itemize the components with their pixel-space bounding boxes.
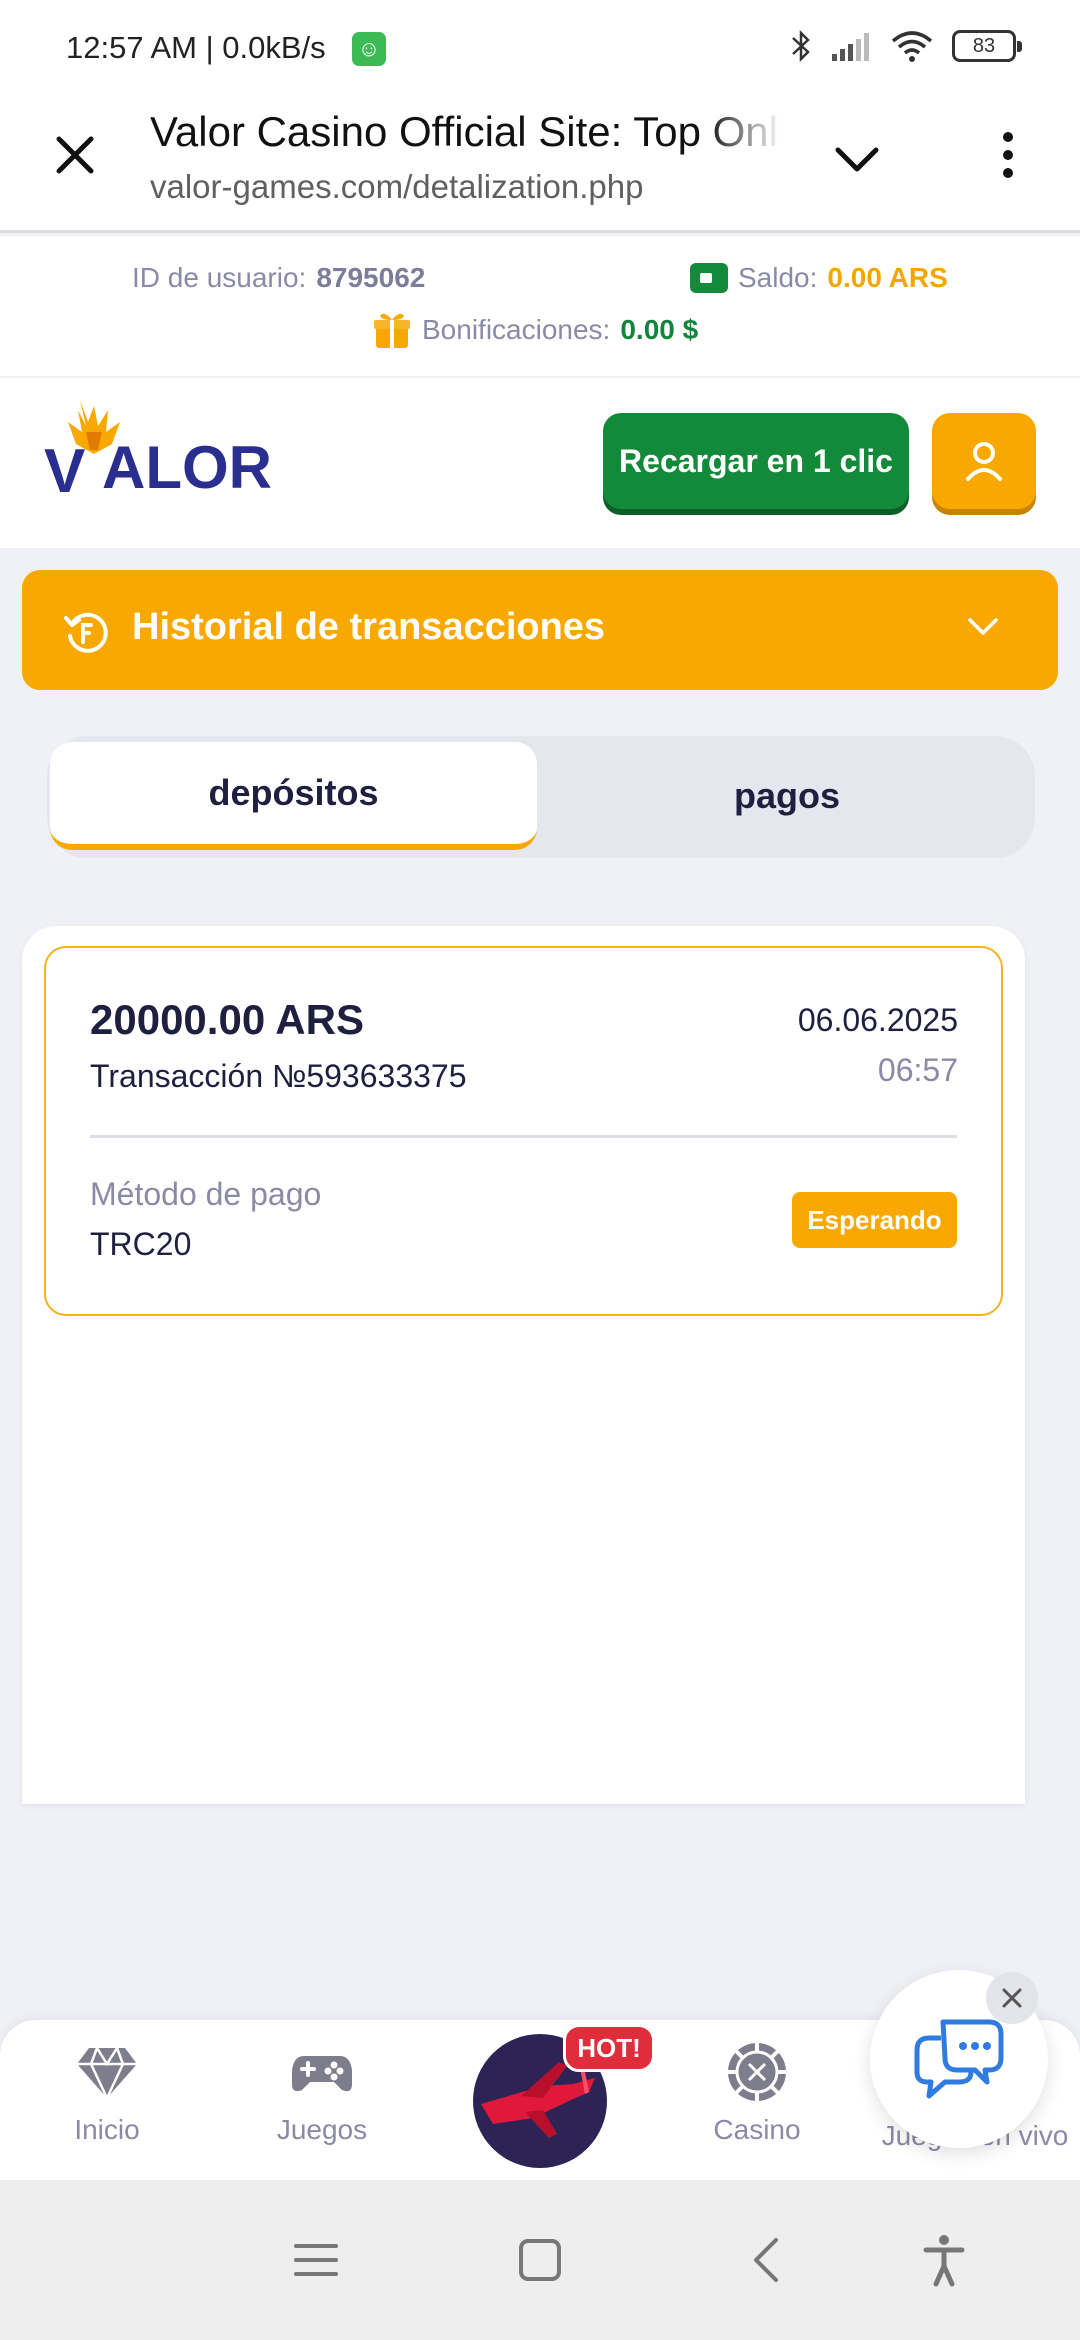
status-badge: Esperando <box>792 1192 957 1248</box>
profile-button[interactable] <box>932 413 1036 509</box>
page-title: Valor Casino Official Site: Top Online <box>150 108 782 155</box>
user-id-value: 8795062 <box>316 262 426 293</box>
notification-app-icon: ☺ <box>352 32 386 66</box>
payment-method-value: TRC20 <box>90 1226 192 1262</box>
home-icon[interactable] <box>510 2230 570 2290</box>
tab-payments[interactable]: pagos <box>550 742 1024 850</box>
history-title: Historial de transacciones <box>132 606 606 648</box>
user-icon <box>966 442 1002 481</box>
nav-label-inicio: Inicio <box>74 2114 140 2145</box>
balance-value: 0.00 ARS <box>827 262 948 293</box>
transaction-amount: 20000.00 ARS <box>90 996 364 1043</box>
nav-item-inicio[interactable]: Inicio <box>17 2040 197 2146</box>
recharge-one-click-button[interactable]: Recargar en 1 clic <box>603 413 909 509</box>
status-icons: 83 <box>790 28 1022 64</box>
chevron-down-icon[interactable] <box>832 140 882 180</box>
bonuses-label: Bonificaciones: <box>422 314 611 345</box>
gift-icon <box>374 313 410 348</box>
hot-badge: HOT! <box>563 2024 655 2072</box>
bonuses: Bonificaciones: 0.00 $ <box>372 310 698 350</box>
balance-label: Saldo: <box>738 262 818 293</box>
nav-label-casino: Casino <box>713 2114 801 2145</box>
transaction-date: 06.06.2025 <box>797 1002 958 1038</box>
chat-icon <box>914 2019 1004 2099</box>
user-info-bar <box>0 236 1080 376</box>
tab-deposits[interactable]: depósitos <box>50 742 537 850</box>
accessibility-icon[interactable] <box>914 2230 974 2290</box>
chat-close-button[interactable] <box>986 1972 1038 2024</box>
nav-label-juegos: Juegos <box>276 2114 368 2145</box>
history-icon <box>64 612 108 653</box>
more-menu-icon[interactable] <box>998 130 1018 180</box>
user-id-label: ID de usuario: <box>132 262 307 293</box>
valor-logo[interactable]: V ALOR <box>42 392 282 502</box>
battery-icon: 83 <box>952 30 1022 62</box>
user-id: ID de usuario: 8795062 <box>132 262 425 294</box>
card-divider <box>90 1135 957 1138</box>
transaction-number: Transacción №593633375 <box>90 1058 467 1094</box>
svg-text:ALOR: ALOR <box>102 434 272 501</box>
balance: Saldo: 0.00 ARS <box>690 262 948 294</box>
signal-icon <box>832 33 869 61</box>
close-icon[interactable] <box>50 130 100 180</box>
chevron-down-icon[interactable] <box>966 615 1000 639</box>
nav-item-casino[interactable]: Casino <box>667 2040 847 2146</box>
back-icon[interactable] <box>738 2230 798 2290</box>
nav-item-juegos[interactable]: Juegos <box>232 2040 412 2146</box>
casino-chip-icon <box>728 2043 786 2101</box>
wifi-icon <box>891 31 933 62</box>
diamond-icon <box>77 2047 137 2099</box>
status-time: 12:57 AM | 0.0kB/s <box>66 30 326 65</box>
bonuses-value: 0.00 $ <box>620 314 699 345</box>
bluetooth-icon <box>792 29 810 63</box>
payment-method-label: Método de pago <box>90 1176 322 1212</box>
gamepad-icon <box>292 2056 352 2092</box>
wallet-icon <box>690 263 728 293</box>
transaction-time: 06:57 <box>877 1052 958 1088</box>
svg-text:V: V <box>44 437 85 502</box>
url-bar[interactable]: valor-games.com/detalization.php <box>150 168 643 206</box>
menu-icon[interactable] <box>286 2230 346 2290</box>
close-icon <box>1002 1988 1022 2008</box>
